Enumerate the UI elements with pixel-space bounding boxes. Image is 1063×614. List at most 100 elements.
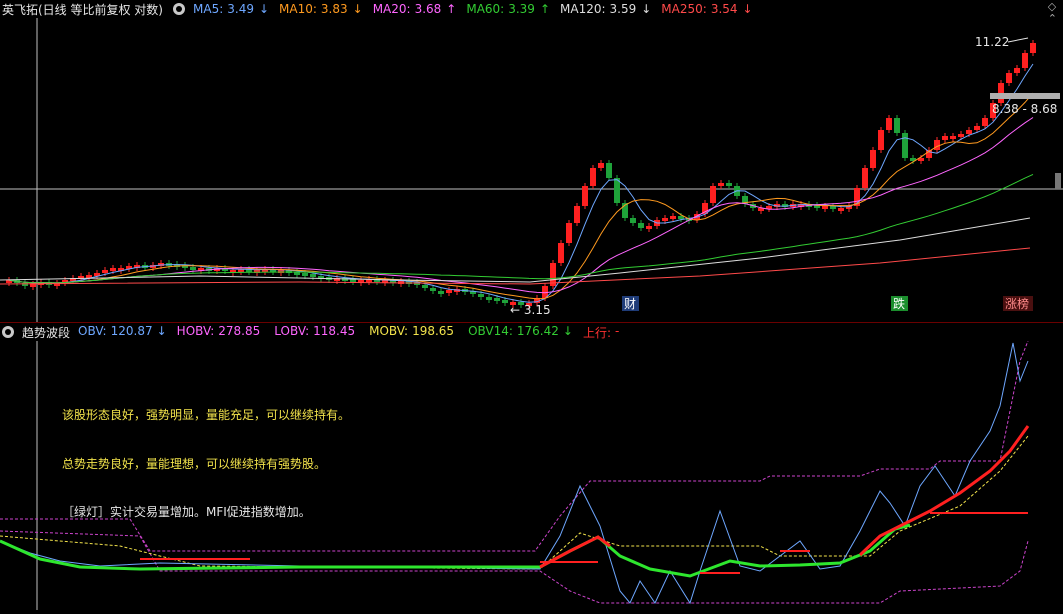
indicator-name: OBV: [78,323,107,338]
indicator-settings-gear-icon[interactable] [2,326,14,338]
ma60-line [8,173,1034,284]
candle-body [726,183,732,186]
candle-body [886,118,892,130]
candle-body [1030,43,1036,53]
candle-body [958,134,964,137]
indicator-value-4[interactable]: OBV14: 176.42 ↓ [468,324,573,341]
candle-body [590,168,596,186]
candle-body [422,285,428,288]
ma120-line [0,217,1031,283]
ma-value: 3.39 [508,2,535,16]
indicator-title[interactable]: 趋势波段 [22,324,70,341]
trend-arrow-icon: ↓ [641,2,652,16]
ma-name: MA60: [466,2,505,16]
settings-gear-icon[interactable] [173,3,185,15]
indicator-name: LOBV: [274,323,310,338]
candle-body [310,274,316,277]
trend-arrow-icon: ↓ [562,323,573,338]
candle-body [486,297,492,300]
indicator-value-2[interactable]: LOBV: 118.45 [274,324,359,341]
indicator-number: 278.85 [218,323,261,338]
candle-body [662,218,668,221]
candle-body [582,186,588,206]
ma-value: 3.59 [609,2,637,16]
indicator-value-3[interactable]: MOBV: 198.65 [369,324,458,341]
ma-indicator-1[interactable]: MA10: 3.83 ↓ [279,2,363,16]
candle-body [438,291,444,294]
status-message-2: 总势走势良好，量能理想，可以继续持有强势股。 [62,457,327,471]
indicator-chart[interactable]: 该股形态良好，强势明显，量能充足，可以继续持有。 总势走势良好，量能理想，可以继… [0,340,1063,610]
candle-body [870,150,876,168]
candle-body [822,206,828,209]
candle-body [502,300,508,303]
indicator-number: - [615,323,620,338]
candle-body [646,226,652,229]
candle-body [630,218,636,223]
indicator-name: HOBV: [176,323,215,338]
event-marker-label: 涨榜 [1005,296,1029,311]
candle-body [278,270,284,273]
candle-body [718,183,724,186]
main-chart-header: 英飞拓(日线 等比前复权 对数) MA5: 3.49 ↓ MA10: 3.83 ↓ MA20… [0,0,1063,18]
price-high-label: 11.22 [975,35,1009,49]
range-bar [990,93,1060,99]
candle-body [966,130,972,134]
candle-body [862,168,868,188]
ma-indicator-5[interactable]: MA250: 3.54 ↓ [661,2,752,16]
indicator-value-1[interactable]: HOBV: 278.85 [177,324,265,341]
candle-body [878,130,884,150]
ma-value: 3.49 [227,2,254,16]
event-marker-label: 财 [624,297,636,311]
ma5-line [8,63,1034,303]
candle-body [574,206,580,223]
obv-line [0,342,1029,605]
ma-value: 3.68 [414,2,442,16]
ma-indicator-3[interactable]: MA60: 3.39 ↑ [466,2,550,16]
candle-body [974,126,980,130]
indicator-value-5[interactable]: 上行: - [583,324,623,341]
trend-arrow-icon: ↓ [258,2,270,16]
candle-body [934,140,940,150]
high-pointer [1007,37,1029,43]
status-message-3: ［绿灯］实计交易量增加。MFI促进指数增加。 [62,505,311,519]
price-chart[interactable]: 11.22 ← 3.15 8.38 - 8.68 财 跌 涨榜 [0,18,1063,322]
ma-name: MA120: [560,2,606,16]
candle-body [598,163,604,168]
ma-indicator-4[interactable]: MA120: 3.59 ↓ [560,2,651,16]
candle-body [558,243,564,263]
indicator-header: 趋势波段 OBV: 120.87 ↓ HOBV: 278.85 LOBV: 118.45 MO… [0,323,1063,341]
candle-body [902,133,908,158]
candle-body [190,267,196,270]
status-message-1: 该股形态良好，强势明显，量能充足，可以继续持有。 [62,408,351,422]
range-label: 8.38 - 8.68 [992,102,1057,116]
candle-body [894,118,900,133]
trend-arrow-icon: ↓ [156,323,167,338]
indicator-number: 118.45 [313,323,356,338]
ma-name: MA250: [661,2,707,16]
diamond-icon[interactable]: ◇ [1048,1,1057,12]
stock-title[interactable]: 英飞拓(日线 等比前复权 对数) [2,1,163,18]
ma-name: MA10: [279,2,317,16]
candle-body [638,223,644,228]
ma-name: MA5: [193,2,224,16]
candle-body [942,136,948,140]
candle-body [102,270,108,273]
candle-body [670,216,676,219]
ma-indicator-0[interactable]: MA5: 3.49 ↓ [193,2,269,16]
trend-arrow-icon: ↓ [742,2,753,16]
indicator-value-0[interactable]: OBV: 120.87 ↓ [78,324,167,341]
trend-arrow-icon: ↑ [446,2,457,16]
candle-body [950,136,956,139]
indicator-name: 上行: [582,325,612,340]
trend-arrow-icon: ↓ [352,2,363,16]
candle-body [494,298,500,301]
candle-body [110,268,116,271]
candle-body [446,290,452,293]
price-scroll-handle[interactable] [1055,173,1061,189]
trend-arrow-icon: ↑ [539,2,550,16]
indicator-name: MOBV: [369,323,409,338]
candle-body [838,208,844,211]
ma-value: 3.83 [320,2,348,16]
ma-indicator-2[interactable]: MA20: 3.68 ↑ [373,2,457,16]
candle-body [982,118,988,126]
